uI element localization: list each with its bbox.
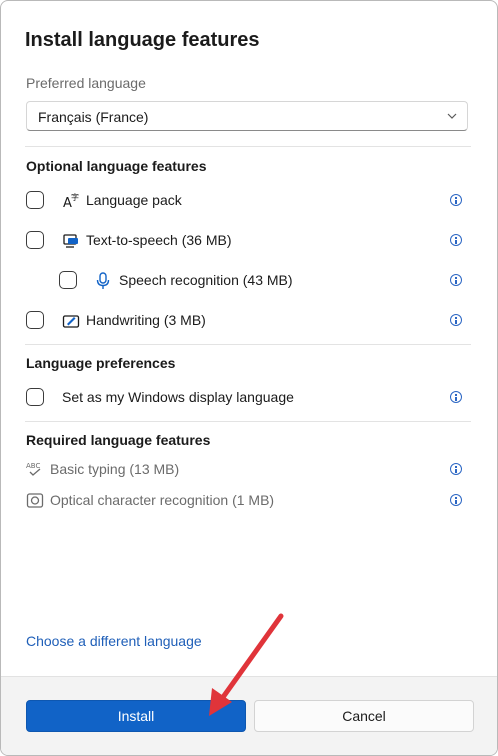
chevron-down-icon [447,113,457,119]
optional-feature-text-to-speech: Text-to-speech (36 MB) [1,227,497,253]
display-language-checkbox[interactable] [26,388,44,406]
checkmark-icon [28,193,41,206]
text-to-speech-info-icon[interactable] [450,234,462,246]
required-feature-ocr: Optical character recognition (1 MB) [1,487,497,513]
ocr-info-icon[interactable] [450,494,462,506]
preferred-language-label: Preferred language [26,75,146,91]
preference-display-language: Set as my Windows display language [1,384,497,410]
ocr-label: Optical character recognition (1 MB) [50,492,275,508]
handwriting-checkbox[interactable] [26,311,44,329]
pen-icon [62,315,80,328]
speech-recognition-info-icon[interactable] [450,274,462,286]
divider [25,146,471,147]
text-to-speech-icon [63,234,78,248]
camera-ocr-icon [26,493,44,508]
svg-text:字: 字 [71,192,79,202]
language-preferences-heading: Language preferences [26,355,176,371]
handwriting-info-icon[interactable] [450,314,462,326]
display-language-label: Set as my Windows display language [62,389,294,405]
install-language-features-dialog: Install language features Preferred lang… [0,0,498,756]
spell-check-icon: ABC [26,462,40,476]
divider [25,344,471,345]
dialog-footer: Install Cancel [1,676,497,755]
display-language-info-icon[interactable] [450,391,462,403]
optional-feature-language-pack: A 字 Language pack [1,187,497,213]
speech-recognition-label: Speech recognition (43 MB) [119,272,293,288]
text-to-speech-checkbox[interactable] [26,231,44,249]
install-button[interactable]: Install [26,700,246,732]
language-pack-label: Language pack [86,192,182,208]
optional-feature-speech-recognition: Speech recognition (43 MB) [1,267,497,293]
preferred-language-dropdown[interactable]: Français (France) [26,101,468,131]
basic-typing-info-icon[interactable] [450,463,462,475]
language-pack-icon: A 字 [63,192,79,210]
optional-features-heading: Optional language features [26,158,207,174]
microphone-icon [96,272,110,289]
cancel-button[interactable]: Cancel [254,700,474,732]
required-features-heading: Required language features [26,432,211,448]
speech-recognition-checkbox[interactable] [59,271,77,289]
text-to-speech-label: Text-to-speech (36 MB) [86,232,232,248]
divider [25,421,471,422]
basic-typing-label: Basic typing (13 MB) [50,461,180,477]
dialog-title: Install language features [25,29,260,51]
handwriting-label: Handwriting (3 MB) [86,312,206,328]
svg-text:ABC: ABC [26,462,40,470]
language-pack-info-icon[interactable] [450,194,462,206]
required-feature-basic-typing: ABC Basic typing (13 MB) [1,456,497,482]
optional-feature-handwriting: Handwriting (3 MB) [1,307,497,333]
choose-different-language-link[interactable]: Choose a different language [26,633,202,649]
preferred-language-value: Français (France) [38,109,149,125]
language-pack-checkbox[interactable] [26,191,44,209]
